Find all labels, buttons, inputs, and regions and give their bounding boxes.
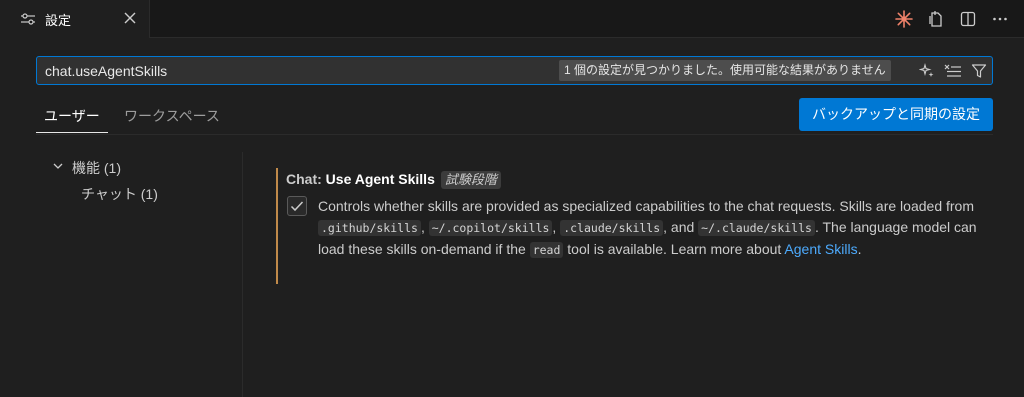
split-editor-icon[interactable] bbox=[958, 9, 978, 29]
setting-title: Chat: Use Agent Skills 試験段階 bbox=[286, 171, 501, 189]
setting-description: Controls whether skills are provided as … bbox=[318, 196, 998, 261]
open-settings-json-icon[interactable] bbox=[926, 9, 946, 29]
modified-indicator bbox=[276, 168, 278, 284]
settings-sliders-icon bbox=[20, 12, 36, 26]
code-path: .claude/skills bbox=[560, 220, 664, 236]
desc-text: , bbox=[420, 219, 429, 235]
ai-search-icon[interactable] bbox=[917, 60, 936, 81]
desc-text: , and bbox=[663, 219, 699, 235]
search-tools bbox=[917, 60, 988, 81]
desc-text: Controls whether skills are provided as … bbox=[318, 198, 974, 214]
settings-search-input[interactable]: chat.useAgentSkills 1 個の設定が見つかりました。使用可能な… bbox=[36, 56, 993, 85]
close-icon[interactable] bbox=[121, 9, 139, 27]
clear-filter-icon[interactable] bbox=[943, 60, 962, 81]
use-agent-skills-checkbox[interactable] bbox=[287, 196, 307, 216]
code-path: .github/skills bbox=[318, 220, 421, 236]
search-result-count-badge: 1 個の設定が見つかりました。使用可能な結果がありません bbox=[559, 60, 891, 81]
search-input-value: chat.useAgentSkills bbox=[45, 63, 168, 79]
tab-user[interactable]: ユーザー bbox=[44, 106, 100, 126]
chevron-down-icon[interactable] bbox=[52, 160, 64, 172]
settings-tab-label: 設定 bbox=[45, 13, 72, 28]
editor-actions bbox=[894, 9, 1010, 29]
tab-workspace[interactable]: ワークスペース bbox=[124, 106, 220, 126]
settings-toc-tree: 機能 (1) チャット (1) bbox=[36, 150, 242, 397]
filter-icon[interactable] bbox=[969, 60, 988, 81]
code-path: ~/.claude/skills bbox=[698, 220, 815, 236]
agent-skills-link[interactable]: Agent Skills bbox=[784, 241, 857, 257]
settings-tab[interactable]: 設定 bbox=[0, 0, 150, 38]
active-tab-underline bbox=[36, 132, 108, 133]
tree-item-chat[interactable]: チャット (1) bbox=[81, 184, 158, 204]
setting-category: Chat: bbox=[286, 171, 326, 187]
copilot-sparkle-icon[interactable] bbox=[894, 9, 914, 29]
desc-text: . bbox=[857, 241, 862, 257]
setting-name: Use Agent Skills bbox=[325, 171, 435, 187]
more-actions-icon[interactable] bbox=[990, 9, 1010, 29]
tree-divider bbox=[242, 152, 243, 397]
backup-and-sync-button[interactable]: バックアップと同期の設定 bbox=[799, 98, 993, 131]
code-path: ~/.copilot/skills bbox=[428, 220, 553, 236]
desc-text: tool is available. Learn more about bbox=[563, 241, 785, 257]
experimental-tag: 試験段階 bbox=[440, 171, 501, 189]
tree-item-features[interactable]: 機能 (1) bbox=[72, 158, 121, 178]
code-tool-name: read bbox=[529, 242, 564, 258]
setting-item-use-agent-skills: Chat: Use Agent Skills 試験段階 Controls whet… bbox=[276, 168, 996, 284]
editor-tab-bar: 設定 bbox=[0, 0, 1024, 38]
checkmark-icon bbox=[290, 201, 304, 212]
